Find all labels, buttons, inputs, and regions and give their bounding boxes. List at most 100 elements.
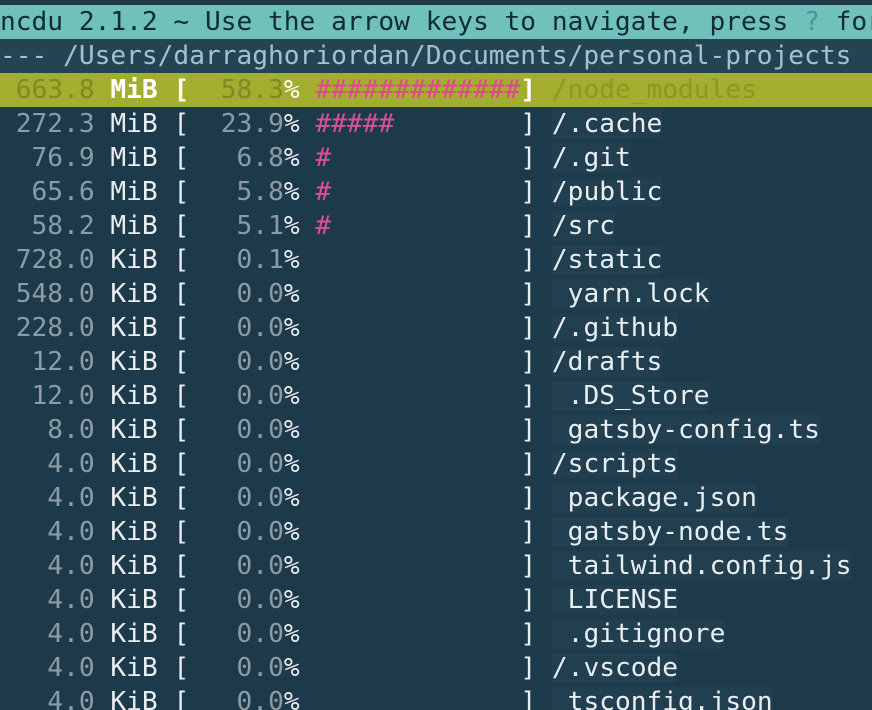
- file-size: 4.0: [0, 585, 95, 615]
- list-item[interactable]: 8.0 KiB [ 0.0% ] gatsby-config.ts: [0, 413, 872, 447]
- percent-value: 0.0: [189, 415, 284, 445]
- usage-bar: [300, 517, 521, 547]
- list-item[interactable]: 4.0 KiB [ 0.0% ] package.json: [0, 481, 872, 515]
- percent-sign: %: [283, 347, 300, 377]
- usage-bar: [300, 449, 521, 479]
- file-size: 728.0: [0, 245, 95, 275]
- list-item[interactable]: 76.9 MiB [ 6.8% # ] /.git: [0, 141, 872, 175]
- list-item[interactable]: 12.0 KiB [ 0.0% ] .DS_Store: [0, 379, 872, 413]
- percent-sign: %: [283, 177, 300, 207]
- file-size: 4.0: [0, 619, 95, 649]
- size-unit: KiB: [94, 551, 174, 581]
- list-item[interactable]: 4.0 KiB [ 0.0% ] LICENSE: [0, 583, 872, 617]
- percent-value: 6.8: [189, 143, 284, 173]
- bracket-open: [: [173, 517, 190, 547]
- bracket-open: [: [173, 313, 190, 343]
- percent-sign: %: [283, 279, 300, 309]
- bracket-close: ]: [520, 245, 552, 275]
- list-item[interactable]: 58.2 MiB [ 5.1% # ] /src: [0, 209, 872, 243]
- list-item[interactable]: 4.0 KiB [ 0.0% ] .gitignore: [0, 617, 872, 651]
- list-item[interactable]: 4.0 KiB [ 0.0% ] tailwind.config.js: [0, 549, 872, 583]
- bracket-open: [: [173, 245, 190, 275]
- bracket-close: ]: [520, 687, 552, 710]
- size-unit: KiB: [94, 687, 174, 710]
- title-text: ncdu 2.1.2 ~ Use the arrow keys to navig…: [0, 7, 805, 37]
- percent-sign: %: [283, 619, 300, 649]
- percent-value: 0.0: [189, 687, 284, 710]
- bracket-close: ]: [520, 347, 552, 377]
- file-name: .gitignore: [551, 619, 726, 649]
- file-name: /.github: [551, 313, 679, 343]
- list-item[interactable]: 4.0 KiB [ 0.0% ] /.vscode: [0, 651, 872, 685]
- file-name: /static: [551, 245, 663, 275]
- percent-value: 0.0: [189, 585, 284, 615]
- list-item[interactable]: 272.3 MiB [ 23.9% ##### ] /.cache: [0, 107, 872, 141]
- size-unit: KiB: [94, 313, 174, 343]
- percent-value: 23.9: [189, 109, 284, 139]
- percent-sign: %: [283, 211, 300, 241]
- usage-bar: [300, 687, 521, 710]
- bracket-open: [: [173, 619, 190, 649]
- bracket-open: [: [173, 211, 190, 241]
- percent-sign: %: [283, 143, 300, 173]
- list-item[interactable]: 4.0 KiB [ 0.0% ] /scripts: [0, 447, 872, 481]
- percent-sign: %: [283, 449, 300, 479]
- usage-bar: [300, 653, 521, 683]
- bracket-close: ]: [520, 177, 552, 207]
- bracket-close: ]: [520, 143, 552, 173]
- size-unit: KiB: [94, 517, 174, 547]
- bracket-close: ]: [520, 585, 552, 615]
- list-item[interactable]: 12.0 KiB [ 0.0% ] /drafts: [0, 345, 872, 379]
- list-item[interactable]: 4.0 KiB [ 0.0% ] tsconfig.json: [0, 685, 872, 710]
- file-name: package.json: [551, 483, 757, 513]
- title-text-tail: for help: [835, 7, 872, 37]
- help-key[interactable]: ?: [804, 7, 820, 37]
- percent-value: 0.0: [189, 653, 284, 683]
- bracket-open: [: [173, 381, 190, 411]
- bracket-open: [: [173, 449, 190, 479]
- file-name: /scripts: [551, 449, 679, 479]
- percent-value: 0.0: [189, 517, 284, 547]
- bracket-open: [: [173, 551, 190, 581]
- percent-sign: %: [283, 75, 300, 105]
- bracket-close: ]: [520, 211, 552, 241]
- file-size: 548.0: [0, 279, 95, 309]
- file-name: /node_modules: [551, 75, 757, 105]
- size-unit: KiB: [94, 449, 174, 479]
- usage-bar: [300, 619, 521, 649]
- percent-value: 58.3: [189, 75, 284, 105]
- size-unit: KiB: [94, 279, 174, 309]
- list-item[interactable]: 548.0 KiB [ 0.0% ] yarn.lock: [0, 277, 872, 311]
- bracket-close: ]: [520, 483, 552, 513]
- size-unit: KiB: [94, 585, 174, 615]
- percent-sign: %: [283, 415, 300, 445]
- percent-value: 5.8: [189, 177, 284, 207]
- usage-bar: #: [299, 143, 521, 173]
- usage-bar: [300, 381, 521, 411]
- list-item[interactable]: 4.0 KiB [ 0.0% ] gatsby-node.ts: [0, 515, 872, 549]
- file-name: /src: [551, 211, 615, 241]
- usage-bar: [300, 415, 521, 445]
- file-size: 4.0: [0, 687, 95, 710]
- file-name: /.cache: [551, 109, 663, 139]
- file-size: 58.2: [0, 211, 95, 241]
- bracket-open: [: [173, 483, 190, 513]
- percent-value: 0.0: [189, 279, 284, 309]
- bracket-close: ]: [520, 653, 552, 683]
- size-unit: KiB: [94, 381, 174, 411]
- list-item[interactable]: 65.6 MiB [ 5.8% # ] /public: [0, 175, 872, 209]
- list-item[interactable]: 228.0 KiB [ 0.0% ] /.github: [0, 311, 872, 345]
- usage-bar: [300, 585, 521, 615]
- percent-sign: %: [283, 517, 300, 547]
- percent-value: 0.0: [189, 347, 284, 377]
- file-name: /.git: [551, 143, 631, 173]
- percent-value: 0.0: [189, 551, 284, 581]
- file-size: 663.8: [0, 75, 95, 105]
- bracket-close: ]: [520, 381, 552, 411]
- bracket-open: [: [173, 347, 190, 377]
- usage-bar: #: [299, 177, 521, 207]
- size-unit: KiB: [94, 245, 174, 275]
- list-item[interactable]: 728.0 KiB [ 0.1% ] /static: [0, 243, 872, 277]
- list-item[interactable]: 663.8 MiB [ 58.3% #############] /node_m…: [0, 73, 872, 107]
- bracket-close: ]: [520, 415, 552, 445]
